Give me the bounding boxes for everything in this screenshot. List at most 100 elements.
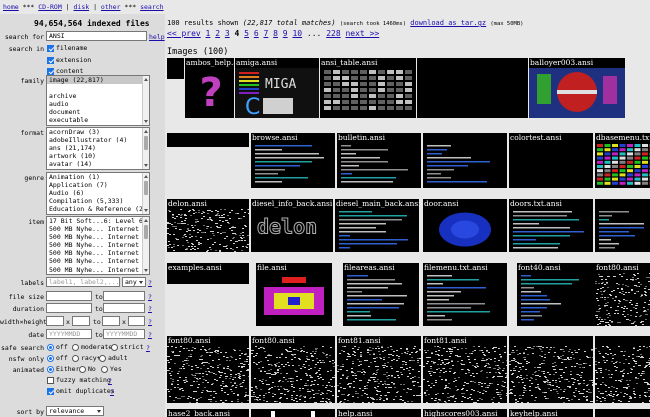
image-caption[interactable]: colortest.ansi [510, 133, 561, 142]
image-tile[interactable]: font40.ansi [517, 263, 595, 326]
image-caption[interactable]: amiga.ansi [236, 58, 277, 67]
image-caption[interactable]: doors.txt.ansi [510, 199, 562, 208]
checkbox-icon[interactable] [47, 44, 54, 52]
image-tile[interactable]: font81.ansi [423, 336, 507, 403]
image-tile[interactable]: ? ambos_help.ansi [185, 58, 234, 118]
animated-no-radio[interactable]: No [79, 365, 96, 373]
page-link[interactable]: 3 [225, 29, 230, 38]
image-tile[interactable]: highscores003.ansi [423, 409, 507, 417]
page-link[interactable]: 8 [273, 29, 278, 38]
image-caption[interactable]: font81.ansi [338, 336, 381, 345]
checkbox-icon[interactable] [47, 67, 54, 75]
duration-max-input[interactable] [103, 303, 145, 313]
image-tile[interactable]: browse.ansi [251, 133, 335, 188]
page-link[interactable]: 5 [244, 29, 249, 38]
safe-off-radio[interactable]: off [47, 343, 68, 351]
fuzzy-help-link[interactable]: ? [108, 377, 112, 385]
image-caption[interactable]: font80.ansi [168, 336, 211, 345]
image-tile[interactable] [167, 58, 184, 79]
date-from-input[interactable]: YYYYMMDD [46, 329, 92, 339]
image-tile[interactable]: keyhelp.ansi [509, 409, 593, 417]
scroll-down-icon[interactable] [144, 209, 148, 212]
image-caption[interactable]: font40.ansi [518, 263, 561, 272]
image-tile[interactable]: delon diesel_info_back.ansi [251, 199, 333, 252]
search-in-filename[interactable]: filename [47, 44, 87, 52]
image-tile[interactable] [167, 133, 249, 147]
image-tile[interactable] [595, 336, 650, 403]
image-caption[interactable]: font80.ansi [596, 263, 639, 272]
family-option[interactable]: document [47, 108, 149, 116]
radio-icon[interactable] [79, 365, 86, 373]
image-tile[interactable]: ansi_table.ansi [320, 58, 416, 118]
image-caption[interactable]: fileareas.ansi [344, 263, 395, 272]
image-tile[interactable] [509, 336, 593, 403]
search-input[interactable]: ANSI [46, 31, 147, 41]
safe-strict-radio[interactable]: strict [111, 343, 143, 351]
item-option[interactable]: 500 MB Nyhe... Internet 10 (18) [47, 266, 149, 274]
page-link[interactable]: 9 [283, 29, 288, 38]
image-caption[interactable]: bulletin.ansi [338, 133, 385, 142]
item-option[interactable]: 500 MB Nyhe... Internet 7 (77) [47, 249, 149, 257]
nav-cdrom-link[interactable]: CD-ROM [38, 3, 61, 11]
item-option[interactable]: 500 MB Nyhe... Internet 3 (214) [47, 225, 149, 233]
filesize-help-link[interactable]: ? [148, 293, 152, 301]
genre-option[interactable]: Compilation (5,333) [47, 197, 149, 205]
family-scrollbar[interactable] [142, 76, 149, 125]
scroll-thumb[interactable] [144, 225, 148, 239]
animated-either-radio[interactable]: Either [47, 365, 79, 373]
scroll-down-icon[interactable] [144, 120, 148, 123]
item-option[interactable]: 500 MB Nyhe... Internet 6 (128) [47, 241, 149, 249]
item-option[interactable]: 500 MB Nyhe... Internet 8 (83) [47, 257, 149, 265]
format-option[interactable]: ans (21,174) [47, 144, 149, 152]
image-caption[interactable]: filemenu.txt.ansi [424, 263, 488, 272]
image-caption[interactable]: examples.ansi [168, 263, 222, 272]
scroll-thumb[interactable] [144, 136, 148, 150]
image-tile[interactable]: filemenu.txt.ansi [423, 263, 507, 326]
image-caption[interactable]: font81.ansi [424, 336, 467, 345]
radio-icon[interactable] [47, 343, 54, 351]
format-scrollbar[interactable] [142, 128, 149, 169]
height-max-input[interactable] [128, 316, 145, 326]
nav-search-link[interactable]: search [140, 3, 163, 11]
radio-icon[interactable] [72, 343, 79, 351]
radio-icon[interactable] [72, 354, 79, 362]
scroll-up-icon[interactable] [144, 219, 148, 222]
duration-help-link[interactable]: ? [148, 305, 152, 313]
download-link[interactable]: download as tar.gz [410, 19, 486, 27]
image-caption[interactable]: ambos_help.ansi [186, 58, 234, 67]
image-caption[interactable]: diesel_info_back.ansi [252, 199, 332, 208]
sort-by-select[interactable]: relevance [46, 406, 104, 416]
radio-icon[interactable] [111, 343, 118, 351]
image-tile[interactable]: font80.ansi [595, 263, 650, 326]
image-caption[interactable]: keyhelp.ansi [510, 409, 558, 417]
image-tile[interactable]: diesel_main_back.ansi [335, 199, 419, 252]
radio-icon[interactable] [47, 354, 54, 362]
animated-yes-radio[interactable]: Yes [101, 365, 122, 373]
image-caption[interactable]: help.ansi [338, 409, 372, 417]
width-max-input[interactable] [102, 316, 120, 326]
labels-mode-select[interactable]: any [122, 277, 146, 287]
safe-moderate-radio[interactable]: moderate [72, 343, 112, 351]
omit-duplicates-checkbox[interactable]: omit duplicates [47, 387, 115, 395]
scroll-up-icon[interactable] [144, 175, 148, 178]
image-tile[interactable]: doors.txt.ansi [509, 199, 593, 252]
image-caption[interactable]: delon.ansi [168, 199, 207, 208]
prev-page-link[interactable]: << prev [167, 29, 201, 38]
image-tile[interactable]: bulletin.ansi [337, 133, 421, 188]
nsfw-off-radio[interactable]: off [47, 354, 68, 362]
width-min-input[interactable] [46, 316, 64, 326]
family-option[interactable]: archive [47, 92, 149, 100]
checkbox-icon[interactable] [47, 387, 54, 395]
safe-help-link[interactable]: ? [146, 344, 150, 352]
image-caption[interactable]: balloyer003.ansi [530, 58, 593, 67]
family-option[interactable]: audio [47, 100, 149, 108]
page-link[interactable]: 6 [254, 29, 259, 38]
format-option[interactable]: acornDraw (3) [47, 128, 149, 136]
duration-min-input[interactable] [46, 303, 92, 313]
image-tile[interactable]: font80.ansi [251, 336, 335, 403]
image-caption[interactable]: highscores003.ansi [424, 409, 498, 417]
search-in-content[interactable]: content [47, 67, 83, 75]
radio-icon[interactable] [47, 365, 54, 373]
image-tile[interactable]: examples.ansi [167, 263, 249, 284]
date-to-input[interactable]: YYYYMMDD [103, 329, 145, 339]
